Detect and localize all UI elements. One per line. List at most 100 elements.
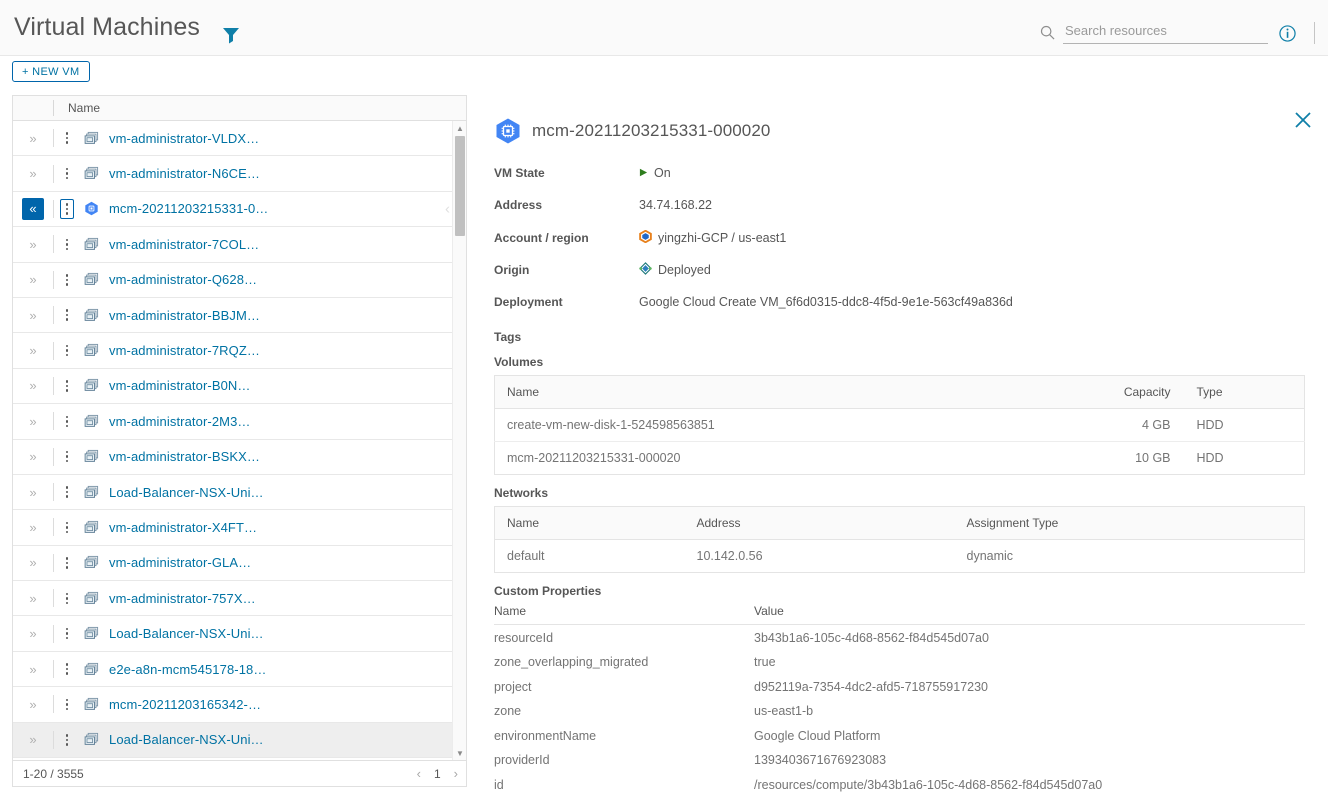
row-expand-toggle[interactable]: » (13, 163, 53, 185)
vm-name-link[interactable]: vm-administrator-VLDX… (106, 131, 259, 146)
vm-name-link[interactable]: vm-administrator-X4FT… (106, 520, 257, 535)
vm-name-link[interactable]: vm-administrator-B0N… (106, 378, 251, 393)
vm-name-link[interactable]: mcm-20211203215331-0… (106, 201, 268, 216)
table-row[interactable]: » vm-administrator-BBJM… (13, 297, 452, 334)
row-actions-menu-button[interactable] (54, 413, 80, 431)
chevrons-right-icon[interactable]: » (22, 163, 44, 185)
table-row[interactable]: » vm-administrator-BSKX… (13, 439, 452, 475)
row-actions-menu-button[interactable] (54, 519, 80, 537)
list-scrollbar[interactable]: ▲ ▼ (452, 121, 466, 760)
row-expand-toggle[interactable]: » (13, 552, 53, 574)
table-row[interactable]: » mcm-20211203165342-… (13, 687, 452, 723)
chevrons-right-icon[interactable]: » (22, 446, 44, 468)
chevrons-right-icon[interactable]: » (22, 481, 44, 503)
table-row[interactable]: » Load-Balancer-NSX-Uni… (13, 616, 452, 652)
vm-name-link[interactable]: vm-administrator-7RQZ… (106, 343, 260, 358)
chevrons-right-icon[interactable]: » (22, 304, 44, 326)
vm-name-link[interactable]: e2e-a8n-mcm545178-18… (106, 662, 266, 677)
chevrons-right-icon[interactable]: » (22, 375, 44, 397)
row-actions-menu-button[interactable] (54, 342, 80, 360)
table-row[interactable]: » Load-Balancer-NSX-Uni… (13, 474, 452, 511)
row-actions-menu-button[interactable] (54, 129, 80, 147)
chevrons-right-icon[interactable]: » (22, 340, 44, 362)
row-expand-toggle[interactable]: » (13, 587, 53, 609)
chevron-left-icon[interactable]: ‹ (417, 766, 421, 781)
vm-name-link[interactable]: Load-Balancer-NSX-Uni… (106, 485, 264, 500)
table-row[interactable]: » Load-Balancer-NSX-Uni… (13, 722, 452, 759)
row-actions-menu-button[interactable] (54, 590, 80, 608)
table-row[interactable]: » vm-administrator-757X… (13, 581, 452, 617)
chevrons-right-icon[interactable]: » (22, 410, 44, 432)
column-header-name[interactable]: Name (54, 101, 100, 115)
row-actions-menu-button[interactable] (54, 271, 80, 289)
search-input[interactable] (1063, 20, 1268, 44)
row-actions-menu-button[interactable] (54, 696, 80, 714)
table-row[interactable]: » e2e-a8n-mcm545178-18… (13, 651, 452, 688)
row-actions-menu-button[interactable] (54, 625, 80, 643)
chevrons-right-icon[interactable]: » (22, 233, 44, 255)
table-row[interactable]: » vm-administrator-GLA… (13, 545, 452, 582)
chevrons-right-icon[interactable]: » (22, 587, 44, 609)
row-actions-menu-button[interactable] (54, 377, 80, 395)
row-expand-toggle[interactable]: » (13, 446, 53, 468)
table-row[interactable]: » vm-administrator-X4FT… (13, 510, 452, 546)
row-expand-toggle[interactable]: » (13, 340, 53, 362)
row-actions-menu-button[interactable] (54, 731, 80, 749)
row-actions-menu-button[interactable] (54, 448, 80, 466)
row-actions-menu-button[interactable] (54, 199, 80, 219)
table-row[interactable]: » vm-administrator-7RQZ… (13, 333, 452, 369)
row-expand-toggle[interactable]: » (13, 269, 53, 291)
row-expand-toggle[interactable]: » (13, 375, 53, 397)
chevrons-left-icon[interactable]: « (22, 197, 44, 220)
chevrons-right-icon[interactable]: » (22, 552, 44, 574)
vm-name-link[interactable]: vm-administrator-N6CE… (106, 166, 260, 181)
row-expand-toggle[interactable]: » (13, 304, 53, 326)
row-expand-toggle[interactable]: » (13, 233, 53, 255)
vm-name-link[interactable]: mcm-20211203165342-… (106, 697, 261, 712)
row-expand-toggle[interactable]: » (13, 729, 53, 751)
table-row[interactable]: « mcm-20211203215331-0… ‹ (13, 191, 452, 228)
table-row[interactable]: » vm-administrator-2M3… (13, 404, 452, 440)
chevrons-right-icon[interactable]: » (22, 623, 44, 645)
close-x-icon[interactable] (1294, 111, 1312, 129)
vm-name-link[interactable]: vm-administrator-BSKX… (106, 449, 260, 464)
scroll-down-arrow-icon[interactable]: ▼ (453, 746, 467, 760)
row-actions-menu-button[interactable] (54, 236, 80, 254)
row-expand-toggle[interactable]: » (13, 127, 53, 149)
filter-funnel-icon[interactable] (221, 26, 241, 44)
row-actions-menu-button[interactable] (54, 483, 80, 501)
vm-name-link[interactable]: vm-administrator-GLA… (106, 555, 251, 570)
row-actions-menu-button[interactable] (54, 306, 80, 324)
chevron-right-icon[interactable]: › (454, 766, 458, 781)
row-expand-toggle[interactable]: « (13, 197, 53, 220)
chevrons-right-icon[interactable]: » (22, 127, 44, 149)
vm-name-link[interactable]: Load-Balancer-NSX-Uni… (106, 626, 264, 641)
row-actions-menu-button[interactable] (54, 165, 80, 183)
chevrons-right-icon[interactable]: » (22, 516, 44, 538)
table-row[interactable]: » vm-administrator-Q628… (13, 262, 452, 298)
scroll-up-arrow-icon[interactable]: ▲ (453, 121, 467, 135)
vm-name-link[interactable]: vm-administrator-7COL… (106, 237, 259, 252)
row-expand-toggle[interactable]: » (13, 693, 53, 715)
table-row[interactable]: » vm-administrator-7COL… (13, 227, 452, 263)
search-box[interactable] (1040, 20, 1268, 44)
chevrons-right-icon[interactable]: » (22, 729, 44, 751)
row-actions-menu-button[interactable] (54, 554, 80, 572)
row-expand-toggle[interactable]: » (13, 410, 53, 432)
table-row[interactable]: » vm-administrator-VLDX… (13, 121, 452, 157)
page-number[interactable]: 1 (434, 767, 441, 781)
row-expand-toggle[interactable]: » (13, 623, 53, 645)
row-expand-toggle[interactable]: » (13, 516, 53, 538)
chevrons-right-icon[interactable]: » (22, 693, 44, 715)
row-expand-toggle[interactable]: » (13, 481, 53, 503)
row-actions-menu-button[interactable] (54, 660, 80, 678)
vm-name-link[interactable]: vm-administrator-BBJM… (106, 308, 260, 323)
vm-name-link[interactable]: vm-administrator-2M3… (106, 414, 251, 429)
chevrons-right-icon[interactable]: » (22, 269, 44, 291)
table-row[interactable]: » vm-administrator-B0N… (13, 368, 452, 405)
table-row[interactable]: » vm-administrator-N6CE… (13, 156, 452, 192)
vm-name-link[interactable]: vm-administrator-757X… (106, 591, 256, 606)
vm-name-link[interactable]: Load-Balancer-NSX-Uni… (106, 732, 264, 747)
vm-name-link[interactable]: vm-administrator-Q628… (106, 272, 257, 287)
new-vm-button[interactable]: + NEW VM (12, 61, 90, 82)
